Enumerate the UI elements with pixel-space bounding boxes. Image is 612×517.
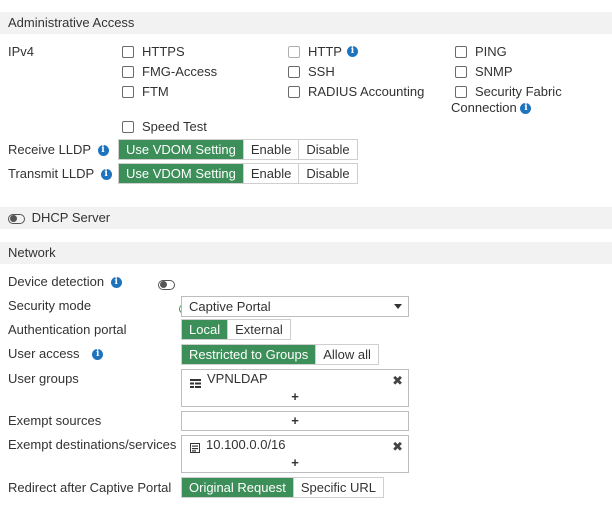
ping-label: PING: [475, 44, 507, 59]
exempt-destination-value: 10.100.0.0/16: [206, 437, 286, 452]
snmp-label: SNMP: [475, 64, 513, 79]
security-mode-label: Security mode: [8, 298, 92, 313]
info-icon[interactable]: i: [520, 103, 532, 115]
user-access-allow-all-option[interactable]: Allow all: [316, 345, 378, 364]
fmg-access-checkbox-row[interactable]: FMG-Access: [122, 64, 217, 79]
auth-portal-external-option[interactable]: External: [228, 320, 290, 339]
https-checkbox-row[interactable]: HTTPS: [122, 44, 185, 59]
info-icon[interactable]: i: [346, 46, 358, 57]
user-groups-label: User groups: [8, 371, 79, 386]
ipv4-label: IPv4: [8, 44, 35, 59]
redirect-label: Redirect after Captive Portal: [8, 480, 172, 495]
dhcp-server-label: DHCP Server: [31, 210, 111, 225]
redirect-specific-url-option[interactable]: Specific URL: [294, 478, 383, 497]
auth-portal-segmented: Local External: [181, 319, 291, 340]
transmit-lldp-label-row: Transmit LLDP i: [8, 166, 112, 181]
receive-lldp-enable-option[interactable]: Enable: [244, 140, 300, 159]
snmp-checkbox-row[interactable]: SNMP: [455, 64, 513, 79]
transmit-lldp-label: Transmit LLDP: [8, 166, 94, 181]
dhcp-server-header: DHCP Server: [0, 207, 612, 229]
ftm-checkbox-row[interactable]: FTM: [122, 84, 169, 99]
user-groups-field[interactable]: VPNLDAP ✖ +: [181, 369, 409, 407]
user-group-name: VPNLDAP: [207, 371, 268, 386]
receive-lldp-disable-option[interactable]: Disable: [299, 140, 356, 159]
user-group-icon: [190, 375, 201, 388]
ping-checkbox[interactable]: [455, 45, 467, 58]
exempt-sources-field[interactable]: +: [181, 411, 409, 431]
add-icon[interactable]: +: [182, 412, 408, 429]
https-checkbox[interactable]: [122, 45, 134, 58]
redirect-original-request-option[interactable]: Original Request: [182, 478, 294, 497]
device-detection-label-row: Device detection i: [8, 274, 122, 289]
info-icon[interactable]: i: [92, 349, 104, 361]
security-mode-select[interactable]: Captive Portal: [181, 296, 409, 317]
https-label: HTTPS: [142, 44, 185, 59]
receive-lldp-label: Receive LLDP: [8, 142, 91, 157]
transmit-lldp-segmented: Use VDOM Setting Enable Disable: [118, 163, 358, 184]
dhcp-server-toggle[interactable]: [8, 213, 25, 224]
ssh-checkbox[interactable]: [288, 65, 300, 78]
transmit-lldp-enable-option[interactable]: Enable: [244, 164, 300, 183]
user-access-label-row: User access i: [8, 346, 104, 361]
remove-icon[interactable]: ✖: [392, 438, 403, 456]
ftm-label: FTM: [142, 84, 169, 99]
add-icon[interactable]: +: [182, 454, 408, 471]
exempt-sources-label: Exempt sources: [8, 413, 102, 428]
ping-checkbox-row[interactable]: PING: [455, 44, 507, 59]
receive-lldp-use-vdom-option[interactable]: Use VDOM Setting: [119, 140, 244, 159]
ssh-checkbox-row[interactable]: SSH: [288, 64, 335, 79]
security-fabric-line2: Connection i: [451, 100, 532, 115]
speed-test-checkbox-row[interactable]: Speed Test: [122, 119, 207, 134]
user-access-label: User access: [8, 346, 80, 361]
auth-portal-label: Authentication portal: [8, 322, 127, 337]
device-detection-label: Device detection: [8, 274, 105, 289]
admin-access-header: Administrative Access: [0, 12, 612, 34]
remove-icon[interactable]: ✖: [392, 372, 403, 390]
auth-portal-local-option[interactable]: Local: [182, 320, 229, 339]
fmg-access-checkbox[interactable]: [122, 65, 134, 78]
receive-lldp-label-row: Receive LLDP i: [8, 142, 109, 157]
fmg-access-label: FMG-Access: [142, 64, 218, 79]
exempt-destination-entry: 10.100.0.0/16 ✖: [182, 436, 408, 454]
transmit-lldp-use-vdom-option[interactable]: Use VDOM Setting: [119, 164, 244, 183]
security-fabric-label-line1: Security Fabric: [475, 84, 562, 99]
speed-test-checkbox[interactable]: [122, 120, 134, 133]
security-fabric-checkbox[interactable]: [455, 85, 467, 98]
http-label: HTTP: [308, 44, 342, 59]
user-access-restricted-option[interactable]: Restricted to Groups: [182, 345, 317, 364]
security-mode-value: Captive Portal: [189, 299, 271, 314]
radius-accounting-checkbox[interactable]: [288, 85, 300, 98]
exempt-destinations-field[interactable]: 10.100.0.0/16 ✖ +: [181, 435, 409, 473]
device-detection-toggle[interactable]: [158, 279, 175, 290]
ftm-checkbox[interactable]: [122, 85, 134, 98]
user-group-entry: VPNLDAP ✖: [182, 370, 408, 388]
network-header: Network: [0, 242, 612, 264]
transmit-lldp-disable-option[interactable]: Disable: [299, 164, 356, 183]
snmp-checkbox[interactable]: [455, 65, 467, 78]
ssh-label: SSH: [308, 64, 335, 79]
security-fabric-label-line2: Connection: [451, 100, 517, 115]
info-icon[interactable]: i: [110, 277, 122, 289]
receive-lldp-segmented: Use VDOM Setting Enable Disable: [118, 139, 358, 160]
info-icon[interactable]: i: [100, 169, 112, 181]
radius-accounting-checkbox-row[interactable]: RADIUS Accounting: [288, 84, 424, 99]
redirect-segmented: Original Request Specific URL: [181, 477, 384, 498]
radius-accounting-label: RADIUS Accounting: [308, 84, 425, 99]
user-access-segmented: Restricted to Groups Allow all: [181, 344, 379, 365]
speed-test-label: Speed Test: [142, 119, 207, 134]
address-icon: [190, 440, 200, 453]
dropdown-caret-icon: [394, 304, 402, 309]
info-icon[interactable]: i: [97, 145, 109, 157]
http-checkbox[interactable]: [288, 45, 300, 58]
exempt-destinations-label: Exempt destinations/services: [8, 437, 177, 452]
add-icon[interactable]: +: [182, 388, 408, 405]
http-checkbox-row[interactable]: HTTP i: [288, 44, 358, 59]
security-fabric-checkbox-row[interactable]: Security Fabric: [455, 84, 562, 99]
